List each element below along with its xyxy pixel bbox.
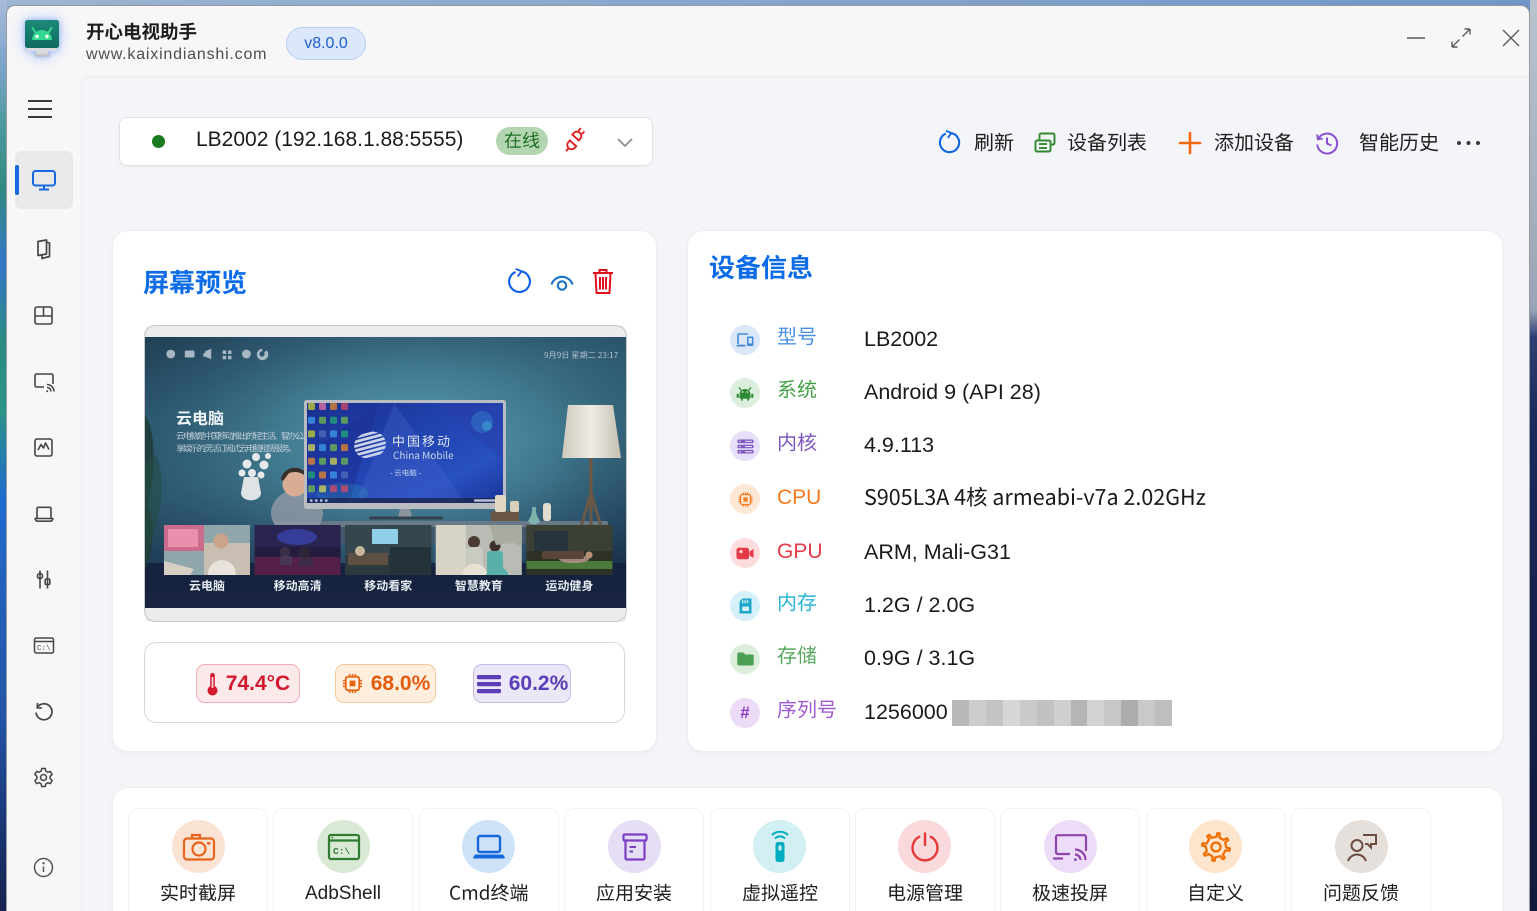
svg-text:C:\: C:\: [333, 846, 350, 857]
svg-text:C:\: C:\: [37, 645, 51, 653]
